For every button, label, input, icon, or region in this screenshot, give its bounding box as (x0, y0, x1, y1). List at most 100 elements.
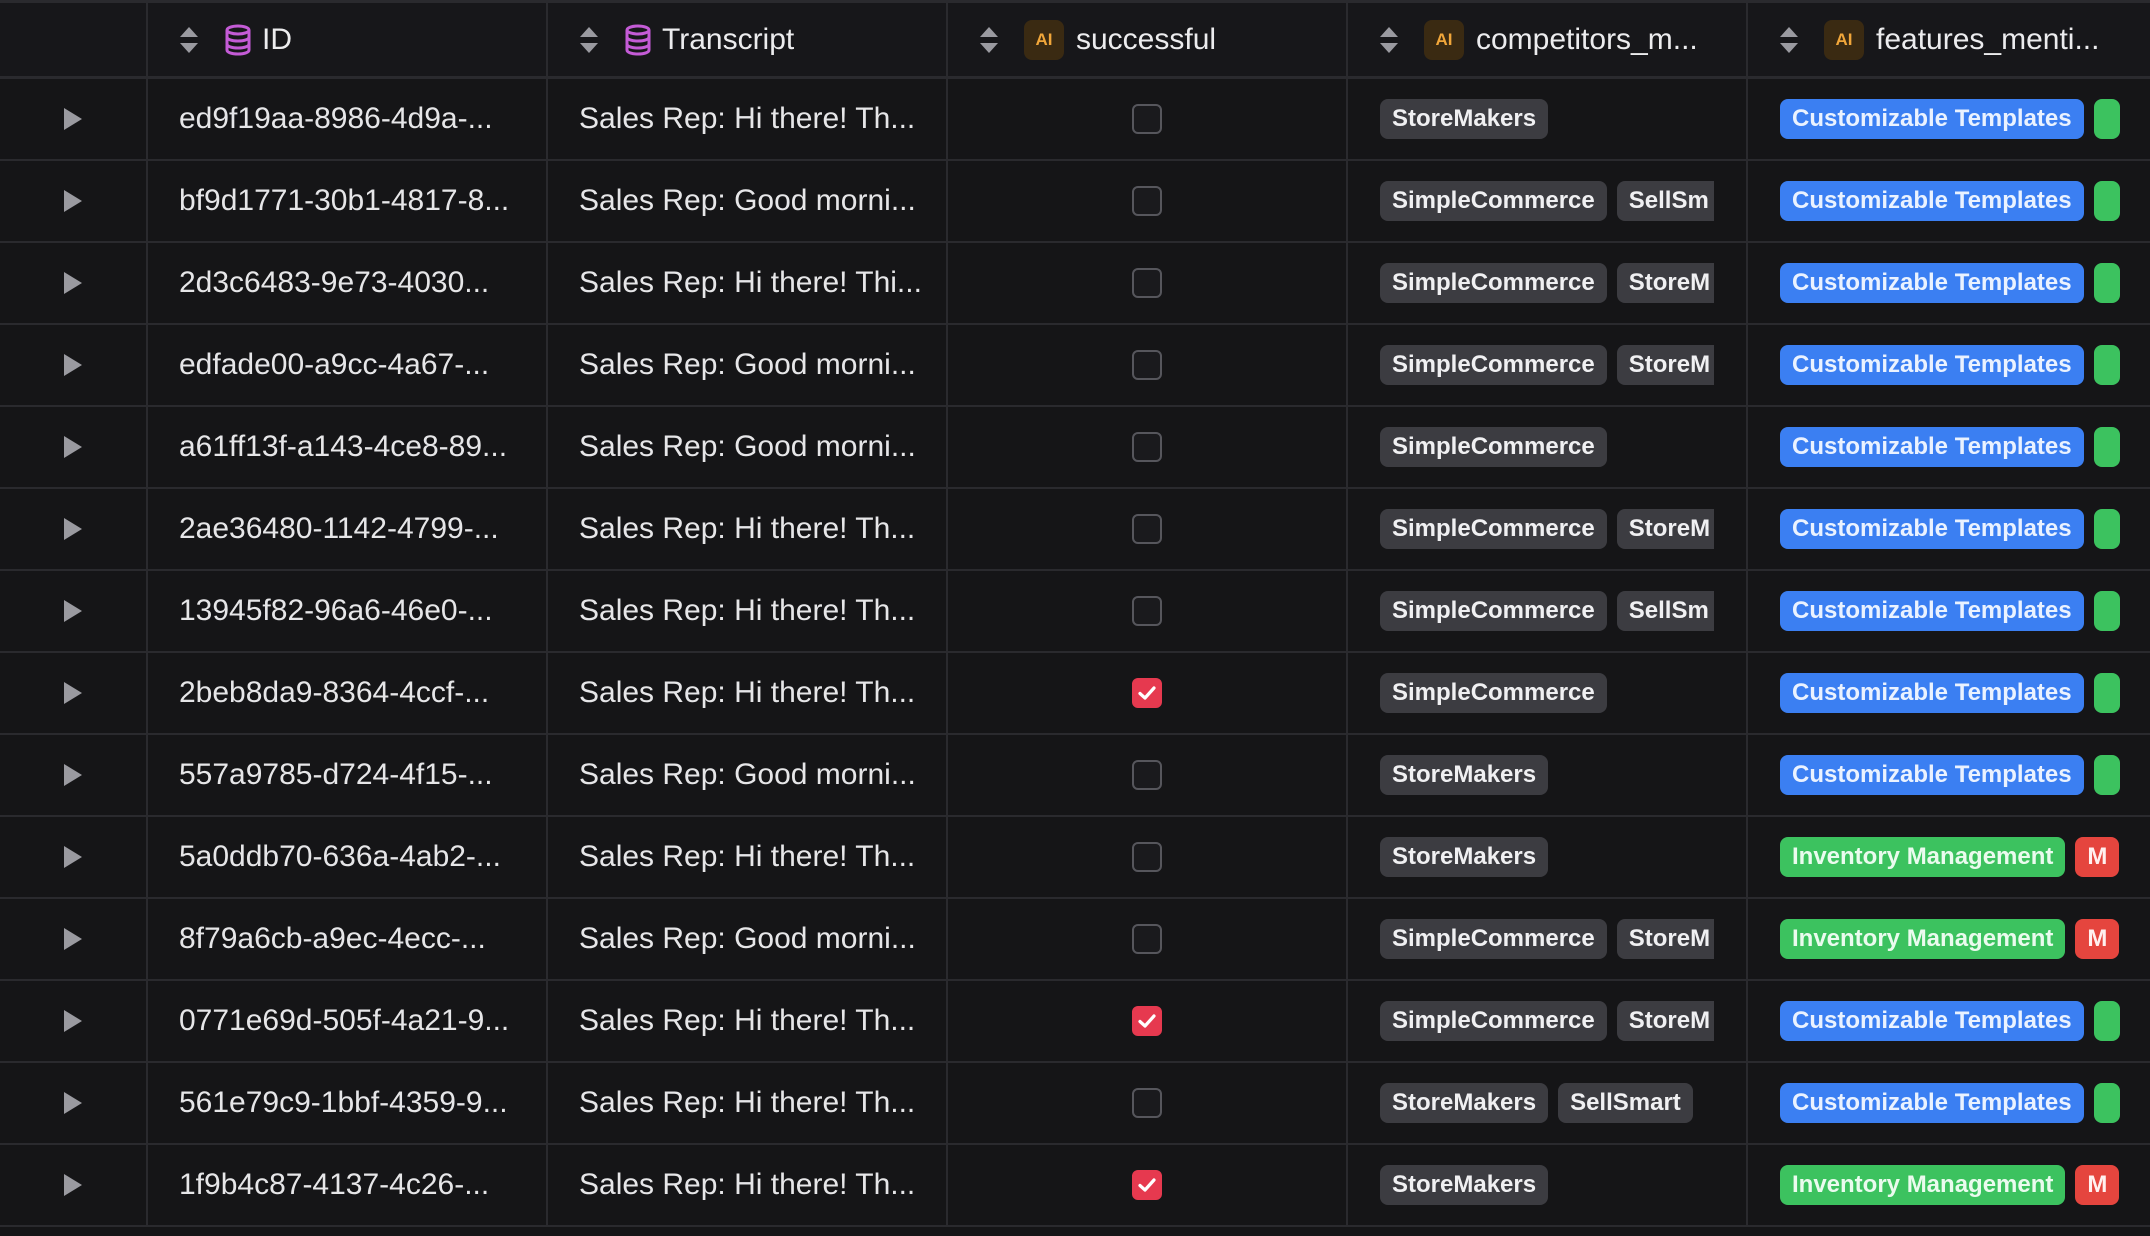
cell-id[interactable]: 2d3c6483-9e73-4030... (148, 243, 548, 323)
sort-updown-icon[interactable] (578, 25, 600, 55)
table-row[interactable]: 1f9b4c87-4137-4c26-... Sales Rep: Hi ther… (0, 1145, 2150, 1227)
cell-features[interactable]: Customizable Templates (1748, 653, 2150, 733)
table-row[interactable]: 5a0ddb70-636a-4ab2-... Sales Rep: Hi ther… (0, 817, 2150, 899)
cell-transcript[interactable]: Sales Rep: Hi there! Th... (548, 1063, 948, 1143)
cell-competitors[interactable]: SimpleCommerce StoreM (1348, 325, 1748, 405)
cell-transcript[interactable]: Sales Rep: Hi there! Th... (548, 653, 948, 733)
cell-id[interactable]: 8f79a6cb-a9ec-4ecc-... (148, 899, 548, 979)
cell-transcript[interactable]: Sales Rep: Good morni... (548, 161, 948, 241)
cell-transcript[interactable]: Sales Rep: Good morni... (548, 899, 948, 979)
cell-competitors[interactable]: StoreMakers SellSmart (1348, 1063, 1748, 1143)
play-triangle-icon[interactable] (64, 518, 82, 540)
successful-checkbox[interactable] (1132, 1170, 1162, 1200)
play-triangle-icon[interactable] (64, 272, 82, 294)
play-triangle-icon[interactable] (64, 682, 82, 704)
successful-checkbox[interactable] (1132, 514, 1162, 544)
successful-checkbox[interactable] (1132, 678, 1162, 708)
cell-features[interactable]: Inventory Management M (1748, 1145, 2150, 1225)
table-row[interactable]: a61ff13f-a143-4ce8-89... Sales Rep: Good … (0, 407, 2150, 489)
cell-features[interactable]: Customizable Templates (1748, 489, 2150, 569)
cell-competitors[interactable]: SimpleCommerce (1348, 653, 1748, 733)
play-triangle-icon[interactable] (64, 846, 82, 868)
play-triangle-icon[interactable] (64, 436, 82, 458)
cell-transcript[interactable]: Sales Rep: Good morni... (548, 407, 948, 487)
successful-checkbox[interactable] (1132, 842, 1162, 872)
cell-id[interactable]: 13945f82-96a6-46e0-... (148, 571, 548, 651)
successful-checkbox[interactable] (1132, 268, 1162, 298)
column-header-features[interactable]: AI features_menti... (1748, 3, 2150, 76)
cell-competitors[interactable]: SimpleCommerce StoreM (1348, 489, 1748, 569)
cell-competitors[interactable]: SimpleCommerce (1348, 407, 1748, 487)
sort-updown-icon[interactable] (178, 25, 200, 55)
play-triangle-icon[interactable] (64, 1092, 82, 1114)
table-row[interactable]: 561e79c9-1bbf-4359-9... Sales Rep: Hi the… (0, 1063, 2150, 1145)
cell-id[interactable]: 561e79c9-1bbf-4359-9... (148, 1063, 548, 1143)
table-row[interactable]: 0771e69d-505f-4a21-9... Sales Rep: Hi the… (0, 981, 2150, 1063)
cell-transcript[interactable]: Sales Rep: Hi there! Th... (548, 489, 948, 569)
column-header-id[interactable]: ID (148, 3, 548, 76)
cell-id[interactable]: bf9d1771-30b1-4817-8... (148, 161, 548, 241)
cell-id[interactable]: 2beb8da9-8364-4ccf-... (148, 653, 548, 733)
column-header-successful[interactable]: AI successful (948, 3, 1348, 76)
table-row[interactable]: 557a9785-d724-4f15-... Sales Rep: Good mo… (0, 735, 2150, 817)
cell-features[interactable]: Customizable Templates (1748, 981, 2150, 1061)
column-header-transcript[interactable]: Transcript (548, 3, 948, 76)
cell-competitors[interactable]: SimpleCommerce SellSm (1348, 571, 1748, 651)
table-row[interactable]: 2ae36480-1142-4799-... Sales Rep: Hi ther… (0, 489, 2150, 571)
successful-checkbox[interactable] (1132, 1006, 1162, 1036)
column-header-competitors[interactable]: AI competitors_m... (1348, 3, 1748, 76)
cell-features[interactable]: Customizable Templates (1748, 1063, 2150, 1143)
cell-competitors[interactable]: StoreMakers (1348, 1145, 1748, 1225)
table-row[interactable]: 2beb8da9-8364-4ccf-... Sales Rep: Hi ther… (0, 653, 2150, 735)
cell-transcript[interactable]: Sales Rep: Good morni... (548, 325, 948, 405)
successful-checkbox[interactable] (1132, 432, 1162, 462)
sort-updown-icon[interactable] (1778, 25, 1800, 55)
play-triangle-icon[interactable] (64, 190, 82, 212)
cell-transcript[interactable]: Sales Rep: Hi there! Thi... (548, 243, 948, 323)
successful-checkbox[interactable] (1132, 760, 1162, 790)
cell-features[interactable]: Customizable Templates (1748, 79, 2150, 159)
cell-transcript[interactable]: Sales Rep: Hi there! Th... (548, 817, 948, 897)
cell-features[interactable]: Customizable Templates (1748, 325, 2150, 405)
successful-checkbox[interactable] (1132, 1088, 1162, 1118)
cell-features[interactable]: Customizable Templates (1748, 161, 2150, 241)
play-triangle-icon[interactable] (64, 354, 82, 376)
cell-id[interactable]: 5a0ddb70-636a-4ab2-... (148, 817, 548, 897)
cell-competitors[interactable]: StoreMakers (1348, 79, 1748, 159)
play-triangle-icon[interactable] (64, 1174, 82, 1196)
cell-features[interactable]: Customizable Templates (1748, 407, 2150, 487)
successful-checkbox[interactable] (1132, 924, 1162, 954)
cell-id[interactable]: 2ae36480-1142-4799-... (148, 489, 548, 569)
play-triangle-icon[interactable] (64, 600, 82, 622)
cell-competitors[interactable]: StoreMakers (1348, 817, 1748, 897)
cell-competitors[interactable]: SimpleCommerce StoreM (1348, 243, 1748, 323)
cell-features[interactable]: Inventory Management M (1748, 899, 2150, 979)
cell-competitors[interactable]: SimpleCommerce StoreM (1348, 899, 1748, 979)
cell-id[interactable]: 0771e69d-505f-4a21-9... (148, 981, 548, 1061)
sort-updown-icon[interactable] (978, 25, 1000, 55)
cell-transcript[interactable]: Sales Rep: Hi there! Th... (548, 1145, 948, 1225)
table-row[interactable]: edfade00-a9cc-4a67-... Sales Rep: Good mo… (0, 325, 2150, 407)
cell-features[interactable]: Customizable Templates (1748, 735, 2150, 815)
table-row[interactable]: 8f79a6cb-a9ec-4ecc-... Sales Rep: Good mo… (0, 899, 2150, 981)
cell-competitors[interactable]: SimpleCommerce SellSm (1348, 161, 1748, 241)
cell-transcript[interactable]: Sales Rep: Good morni... (548, 735, 948, 815)
play-triangle-icon[interactable] (64, 928, 82, 950)
successful-checkbox[interactable] (1132, 596, 1162, 626)
cell-features[interactable]: Inventory Management M (1748, 817, 2150, 897)
cell-transcript[interactable]: Sales Rep: Hi there! Th... (548, 79, 948, 159)
cell-id[interactable]: edfade00-a9cc-4a67-... (148, 325, 548, 405)
play-triangle-icon[interactable] (64, 1010, 82, 1032)
sort-updown-icon[interactable] (1378, 25, 1400, 55)
cell-id[interactable]: a61ff13f-a143-4ce8-89... (148, 407, 548, 487)
cell-competitors[interactable]: StoreMakers (1348, 735, 1748, 815)
cell-competitors[interactable]: SimpleCommerce StoreM (1348, 981, 1748, 1061)
cell-transcript[interactable]: Sales Rep: Hi there! Th... (548, 981, 948, 1061)
cell-id[interactable]: 557a9785-d724-4f15-... (148, 735, 548, 815)
table-row[interactable]: 2d3c6483-9e73-4030... Sales Rep: Hi there… (0, 243, 2150, 325)
successful-checkbox[interactable] (1132, 104, 1162, 134)
play-triangle-icon[interactable] (64, 764, 82, 786)
play-triangle-icon[interactable] (64, 108, 82, 130)
cell-id[interactable]: ed9f19aa-8986-4d9a-... (148, 79, 548, 159)
successful-checkbox[interactable] (1132, 186, 1162, 216)
